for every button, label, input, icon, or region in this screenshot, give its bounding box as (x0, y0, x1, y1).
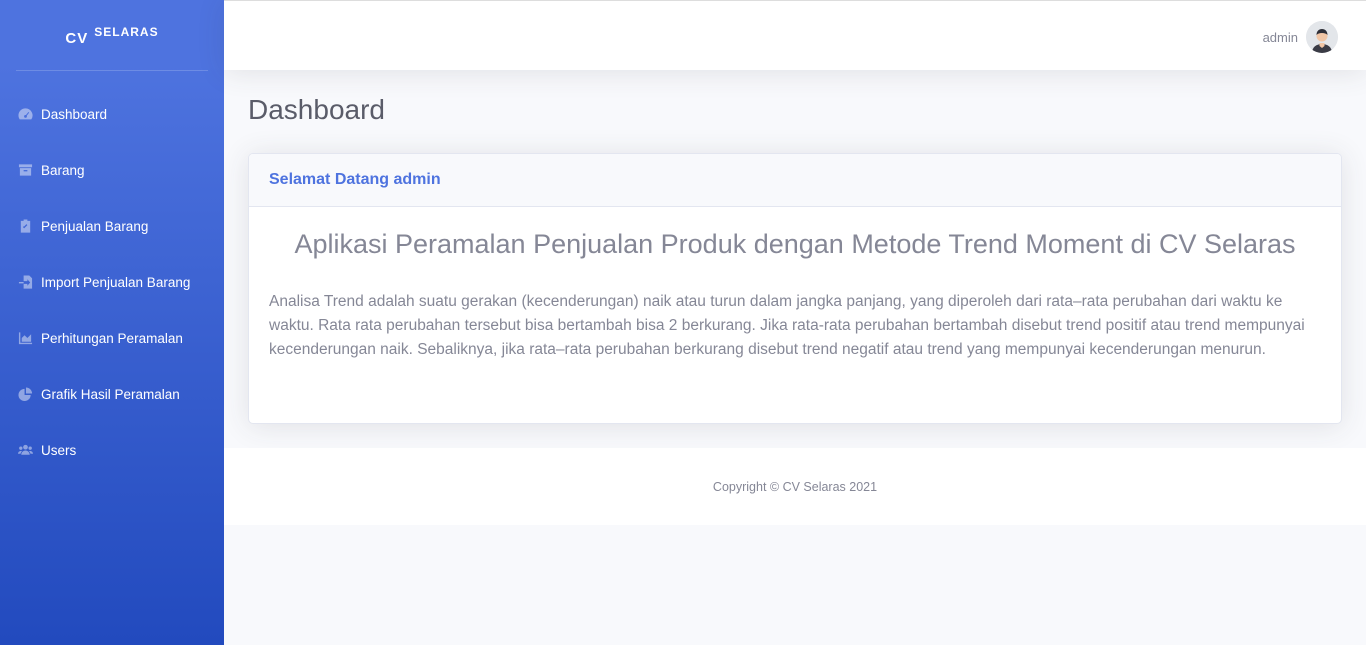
sidebar-item-barang[interactable]: Barang (0, 142, 224, 198)
sidebar-item-penjualan-barang[interactable]: Penjualan Barang (0, 198, 224, 254)
users-icon (16, 443, 34, 457)
card-body: Aplikasi Peramalan Penjualan Produk deng… (249, 207, 1341, 382)
user-dropdown[interactable]: admin (1263, 21, 1338, 53)
sidebar-item-label: Perhitungan Peramalan (41, 330, 183, 346)
sidebar-item-label: Grafik Hasil Peramalan (41, 386, 180, 402)
clipboard-check-icon (16, 219, 34, 233)
chart-pie-icon (16, 387, 34, 401)
username: admin (1262, 29, 1298, 45)
sidebar-nav: Dashboard Barang Penjualan Barang Import… (0, 86, 224, 478)
footer: Copyright © CV Selaras 2021 (224, 448, 1366, 525)
file-import-icon (16, 275, 34, 289)
sidebar-item-users[interactable]: Users (0, 422, 224, 478)
sidebar-item-label: Dashboard (41, 106, 108, 122)
sidebar: CV SELARAS Dashboard Barang Penjualan Ba… (0, 0, 224, 645)
avatar[interactable] (1306, 21, 1338, 53)
chart-area-icon (16, 331, 34, 345)
box-icon (16, 163, 34, 177)
tachometer-icon (16, 107, 34, 121)
sidebar-divider (16, 70, 208, 71)
sidebar-item-label: Penjualan Barang (41, 218, 149, 234)
sidebar-item-label: Users (41, 442, 77, 458)
page-title: Dashboard (248, 94, 385, 125)
welcome-card: Selamat Datang admin Aplikasi Peramalan … (248, 153, 1342, 424)
brand-name: SELARAS (94, 25, 159, 39)
copyright-text: Copyright © CV Selaras 2021 (712, 479, 878, 494)
sidebar-item-label: Import Penjualan Barang (41, 274, 191, 290)
brand-logo[interactable]: CV SELARAS (0, 0, 224, 70)
trend-description: Analisa Trend adalah suatu gerakan (kece… (269, 293, 1305, 358)
sidebar-item-perhitungan[interactable]: Perhitungan Peramalan (0, 310, 224, 366)
card-header: Selamat Datang admin (249, 154, 1341, 207)
sidebar-item-import-penjualan[interactable]: Import Penjualan Barang (0, 254, 224, 310)
sidebar-item-label: Barang (41, 162, 85, 178)
app-heading: Aplikasi Peramalan Penjualan Produk deng… (294, 229, 1296, 259)
sidebar-item-grafik[interactable]: Grafik Hasil Peramalan (0, 366, 224, 422)
sidebar-item-dashboard[interactable]: Dashboard (0, 86, 224, 142)
brand-prefix: CV (65, 29, 89, 47)
topbar: admin (224, 0, 1366, 70)
card-header-title: Selamat Datang admin (269, 171, 441, 188)
